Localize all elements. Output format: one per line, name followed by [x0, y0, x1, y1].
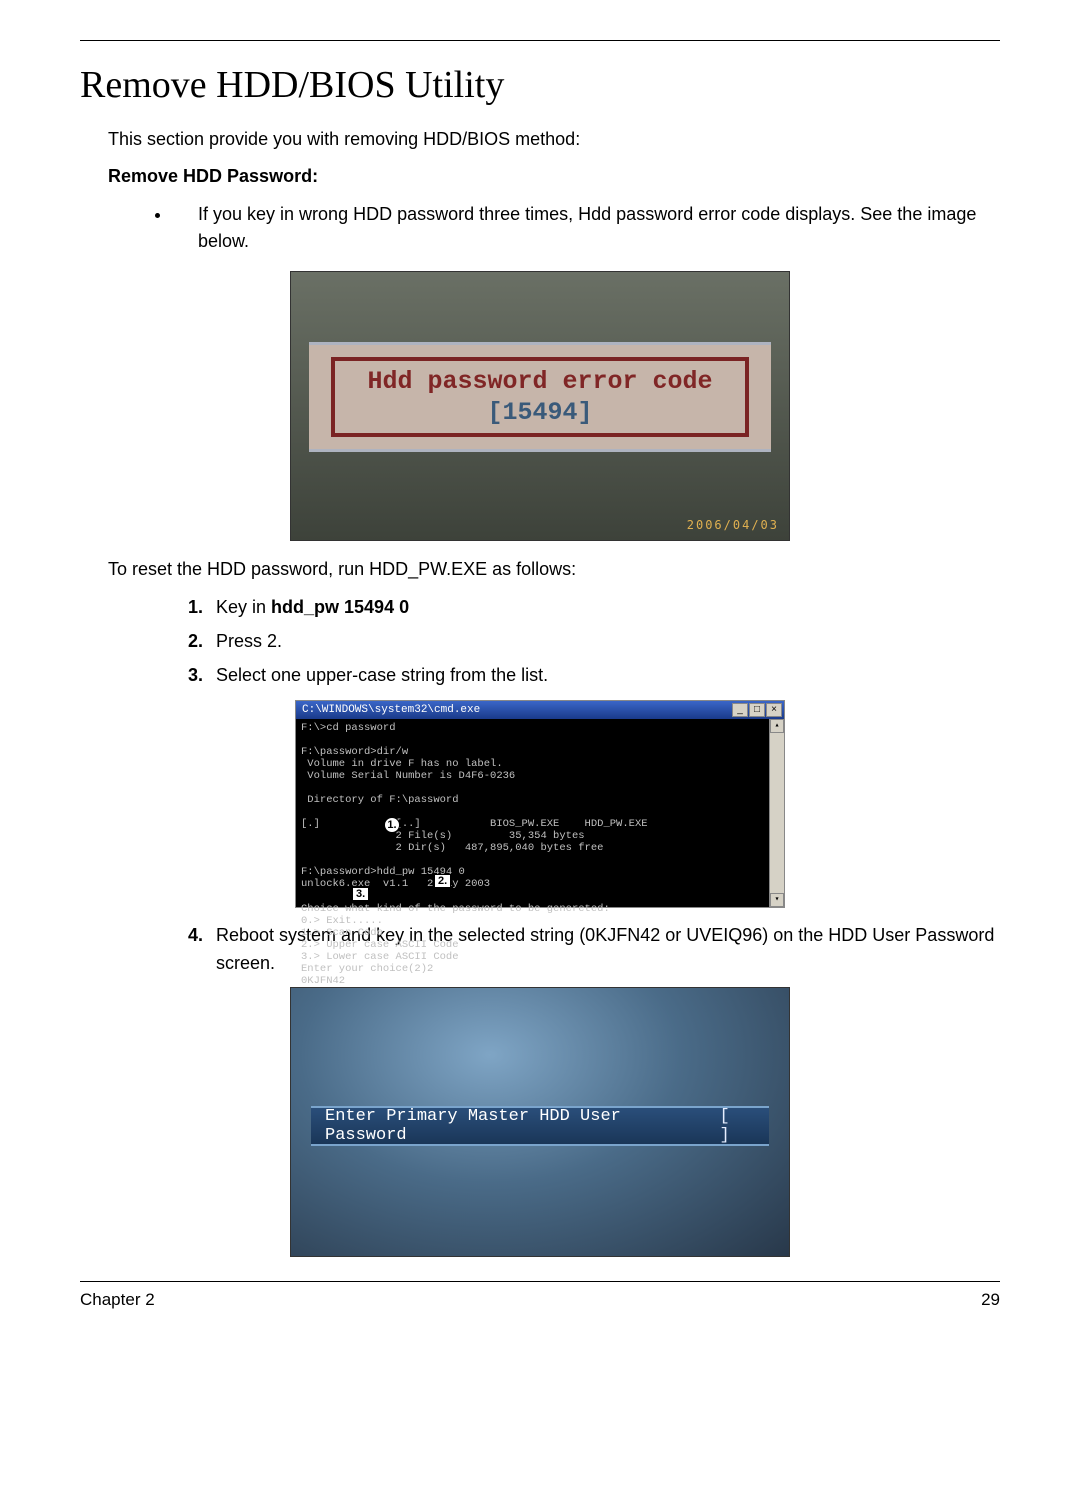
callout-2: 2. [434, 874, 451, 888]
footer-chapter: Chapter 2 [80, 1290, 155, 1310]
minimize-icon: _ [732, 703, 748, 717]
subheading: Remove HDD Password: [108, 166, 1000, 187]
callout-3: 3. [352, 887, 369, 901]
cmd-window-screenshot: C:\WINDOWS\system32\cmd.exe _ □ × F:\>cd… [295, 700, 785, 908]
scroll-down-icon: ▾ [770, 893, 784, 907]
bios-prompt-field: [ ] [719, 1107, 755, 1145]
photo-date: 2006/04/03 [687, 518, 779, 532]
close-icon: × [766, 703, 782, 717]
hdd-error-screenshot: Hdd password error code [15494] 2006/04/… [290, 271, 790, 541]
cmd-title-text: C:\WINDOWS\system32\cmd.exe [298, 704, 731, 716]
bullet-item: If you key in wrong HDD password three t… [172, 201, 1000, 255]
cmd-titlebar: C:\WINDOWS\system32\cmd.exe _ □ × [296, 701, 784, 719]
bios-password-screenshot: Enter Primary Master HDD User Password [… [290, 987, 790, 1257]
bios-prompt-label: Enter Primary Master HDD User Password [325, 1107, 701, 1145]
scroll-up-icon: ▴ [770, 719, 784, 733]
intro-text: This section provide you with removing H… [108, 129, 1000, 150]
error-line1: Hdd password error code [367, 366, 712, 397]
step-1: Key in hdd_pw 15494 0 [208, 594, 1000, 622]
error-line2: [15494] [367, 397, 712, 428]
cmd-output: F:\>cd password F:\password>dir/w Volume… [301, 722, 779, 1024]
page-title: Remove HDD/BIOS Utility [80, 63, 1000, 107]
step-3: Select one upper-case string from the li… [208, 662, 1000, 690]
callout-1: 1. [384, 817, 400, 833]
footer-page: 29 [981, 1290, 1000, 1310]
scrollbar: ▴ ▾ [769, 719, 784, 907]
reset-instruction: To reset the HDD password, run HDD_PW.EX… [108, 559, 1000, 580]
step-2: Press 2. [208, 628, 1000, 656]
maximize-icon: □ [749, 703, 765, 717]
steps-list: Key in hdd_pw 15494 0 Press 2. Select on… [208, 594, 1000, 690]
